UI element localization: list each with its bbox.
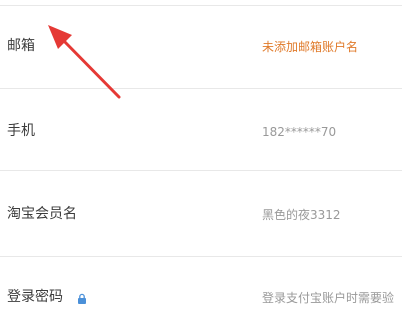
lock-icon bbox=[76, 290, 88, 304]
email-value: 未添加邮箱账户名 bbox=[262, 40, 359, 54]
login-password-value: 登录支付宝账户时需要验 bbox=[262, 291, 395, 305]
login-password-label: 登录密码 bbox=[7, 289, 63, 305]
row-divider bbox=[0, 256, 402, 257]
taobao-member-name-value: 黑色的夜3312 bbox=[262, 208, 341, 222]
row-divider bbox=[0, 5, 402, 6]
row-divider bbox=[0, 88, 402, 89]
phone-value: 182******70 bbox=[262, 125, 337, 139]
row-divider bbox=[0, 170, 402, 171]
taobao-member-name-label: 淘宝会员名 bbox=[7, 206, 77, 222]
phone-label: 手机 bbox=[7, 123, 35, 139]
account-settings-list: 邮箱 未添加邮箱账户名 手机 182******70 淘宝会员名 黑色的夜331… bbox=[0, 0, 402, 305]
email-label: 邮箱 bbox=[7, 38, 35, 54]
